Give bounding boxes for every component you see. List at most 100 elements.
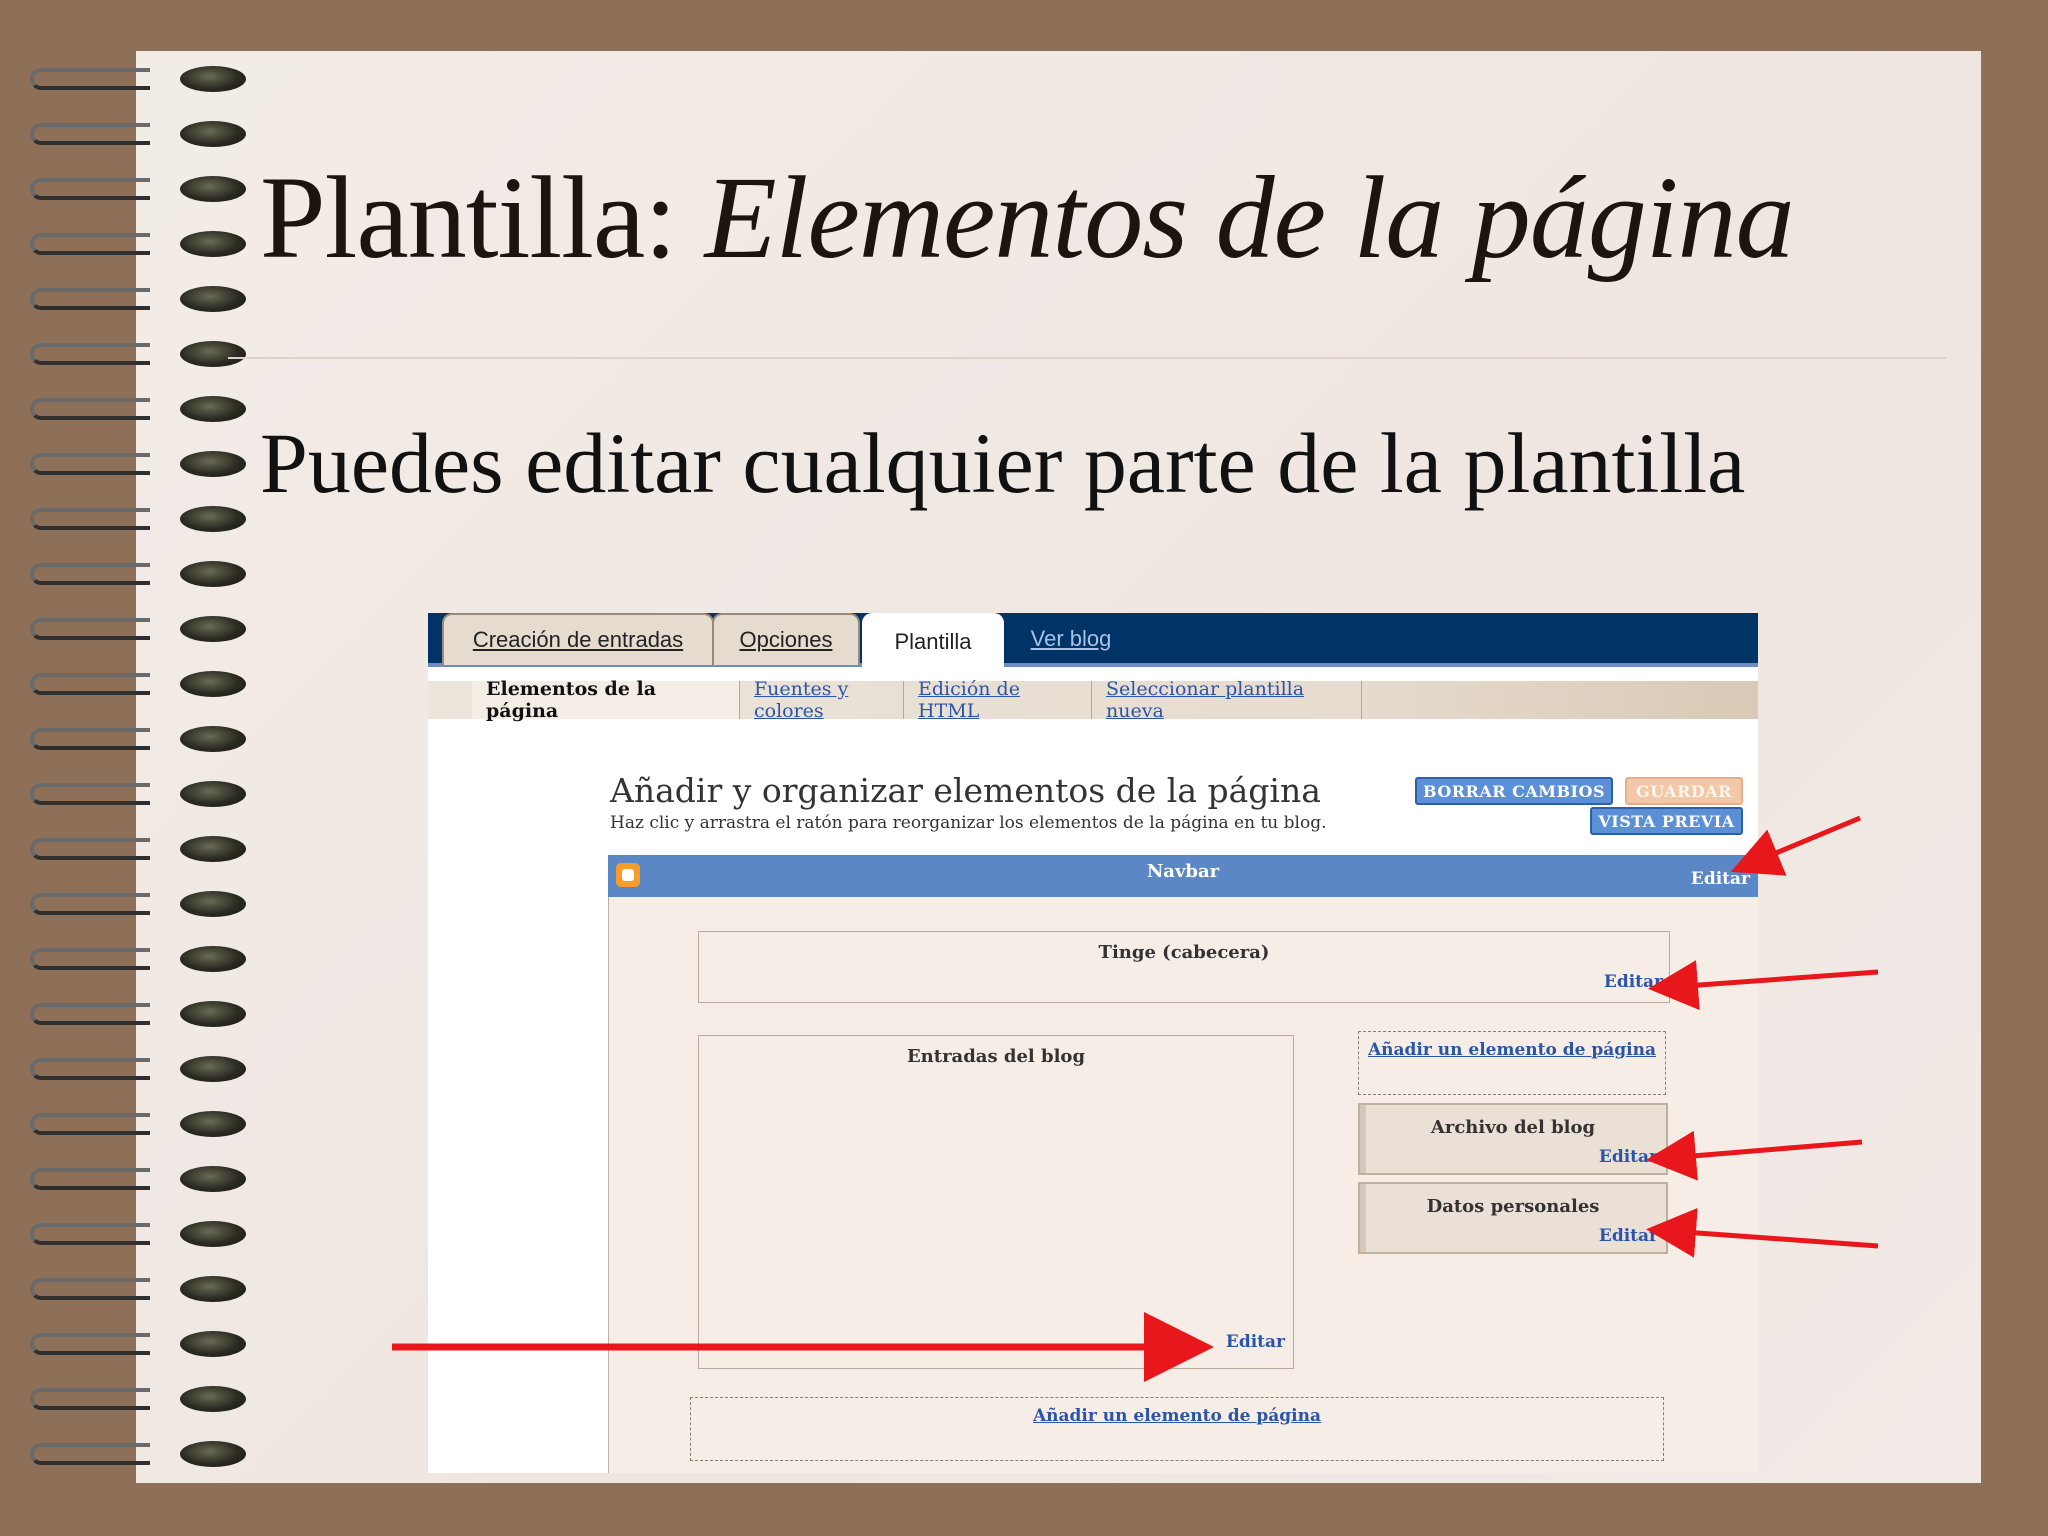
spiral-hole <box>180 1111 246 1137</box>
spiral-ring <box>30 62 246 96</box>
spiral-ring <box>30 722 246 756</box>
spiral-wire <box>30 178 150 200</box>
spiral-ring <box>30 337 246 371</box>
page-subheading: Haz clic y arrastra el ratón para reorga… <box>610 813 1327 833</box>
spiral-wire <box>30 728 150 750</box>
navbar-title: Navbar <box>1146 861 1220 882</box>
spiral-ring <box>30 447 246 481</box>
spiral-wire <box>30 1333 150 1355</box>
spiral-wire <box>30 1168 150 1190</box>
subtab-elementos[interactable]: Elementos de la página <box>472 678 740 722</box>
spiral-wire <box>30 1443 150 1465</box>
header-edit-link[interactable]: Editar <box>1604 972 1663 992</box>
spiral-hole <box>180 1221 246 1247</box>
sidebar-add-element-link[interactable]: Añadir un elemento de página <box>1359 1040 1665 1060</box>
spiral-ring <box>30 1437 246 1471</box>
spiral-hole <box>180 66 246 92</box>
subtab-seleccionar[interactable]: Seleccionar plantilla nueva <box>1092 678 1362 722</box>
spiral-wire <box>30 233 150 255</box>
spiral-wire <box>30 453 150 475</box>
spiral-ring <box>30 777 246 811</box>
header-widget-title: Tinge (cabecera) <box>1098 942 1270 963</box>
spiral-hole <box>180 561 246 587</box>
spiral-ring <box>30 557 246 591</box>
blog-posts-widget[interactable]: Entradas del blog Editar <box>698 1035 1294 1369</box>
sub-tab-bar: Elementos de la página Fuentes y colores… <box>428 678 1758 722</box>
spiral-hole <box>180 506 246 532</box>
spiral-hole <box>180 451 246 477</box>
spiral-wire <box>30 398 150 420</box>
spiral-ring <box>30 1217 246 1251</box>
spiral-hole <box>180 891 246 917</box>
profile-edit-link[interactable]: Editar <box>1599 1226 1658 1246</box>
tab-plantilla[interactable]: Plantilla <box>862 613 1004 669</box>
spiral-ring <box>30 997 246 1031</box>
title-plain: Plantilla: <box>260 152 705 283</box>
spiral-hole <box>180 1386 246 1412</box>
spiral-hole <box>180 1056 246 1082</box>
spiral-wire <box>30 68 150 90</box>
spiral-ring <box>30 1052 246 1086</box>
blog-posts-edit-link[interactable]: Editar <box>1226 1332 1285 1352</box>
spiral-ring <box>30 227 246 261</box>
spiral-wire <box>30 783 150 805</box>
slide-title: Plantilla: Elementos de la página <box>260 150 1795 286</box>
spiral-hole <box>180 781 246 807</box>
spiral-wire <box>30 1223 150 1245</box>
preview-button[interactable]: VISTA PREVIA <box>1590 807 1743 835</box>
spiral-hole <box>180 1331 246 1357</box>
spiral-hole <box>180 671 246 697</box>
subtab-fuentes[interactable]: Fuentes y colores <box>740 678 904 722</box>
spiral-ring <box>30 1272 246 1306</box>
header-widget[interactable]: Tinge (cabecera) Editar <box>698 931 1670 1003</box>
spiral-ring <box>30 942 246 976</box>
spiral-wire <box>30 1278 150 1300</box>
subtab-html[interactable]: Edición de HTML <box>904 678 1092 722</box>
spiral-hole <box>180 1001 246 1027</box>
tab-creacion-entradas[interactable]: Creación de entradas <box>442 613 714 665</box>
archive-widget-title: Archivo del blog <box>1430 1117 1596 1138</box>
navbar-widget[interactable]: Navbar Editar <box>608 855 1758 897</box>
spiral-ring <box>30 1382 246 1416</box>
slide-bullet: Puedes editar cualquier parte de la plan… <box>260 415 1746 511</box>
archive-widget[interactable]: Archivo del blog Editar <box>1358 1103 1668 1175</box>
spiral-wire <box>30 508 150 530</box>
spiral-wire <box>30 123 150 145</box>
spiral-hole <box>180 836 246 862</box>
spiral-ring <box>30 612 246 646</box>
footer-add-element-link[interactable]: Añadir un elemento de página <box>691 1406 1663 1426</box>
spiral-hole <box>180 286 246 312</box>
save-button[interactable]: GUARDAR <box>1625 777 1743 805</box>
sidebar-add-element: Añadir un elemento de página <box>1358 1031 1666 1095</box>
spiral-wire <box>30 838 150 860</box>
spiral-wire <box>30 618 150 640</box>
footer-add-element: Añadir un elemento de página <box>690 1397 1664 1461</box>
spiral-hole <box>180 396 246 422</box>
archive-edit-link[interactable]: Editar <box>1599 1147 1658 1167</box>
spiral-wire <box>30 1113 150 1135</box>
blog-posts-title: Entradas del blog <box>906 1046 1086 1067</box>
title-italic: Elementos de la página <box>704 152 1795 283</box>
spiral-ring <box>30 172 246 206</box>
spiral-wire <box>30 673 150 695</box>
spiral-wire <box>30 288 150 310</box>
navbar-edit-link[interactable]: Editar <box>1691 869 1750 889</box>
spiral-hole <box>180 616 246 642</box>
spiral-hole <box>180 1276 246 1302</box>
spiral-hole <box>180 1166 246 1192</box>
tab-ver-blog[interactable]: Ver blog <box>1016 613 1126 665</box>
clear-changes-button[interactable]: BORRAR CAMBIOS <box>1415 777 1613 805</box>
spiral-ring <box>30 667 246 701</box>
tab-opciones[interactable]: Opciones <box>712 613 860 665</box>
profile-widget-title: Datos personales <box>1426 1196 1600 1217</box>
spiral-wire <box>30 1058 150 1080</box>
spiral-hole <box>180 1441 246 1467</box>
spiral-ring <box>30 117 246 151</box>
profile-widget[interactable]: Datos personales Editar <box>1358 1182 1668 1254</box>
spiral-ring <box>30 887 246 921</box>
spiral-hole <box>180 231 246 257</box>
spiral-hole <box>180 341 246 367</box>
spiral-hole <box>180 121 246 147</box>
spiral-hole <box>180 726 246 752</box>
spiral-ring <box>30 832 246 866</box>
